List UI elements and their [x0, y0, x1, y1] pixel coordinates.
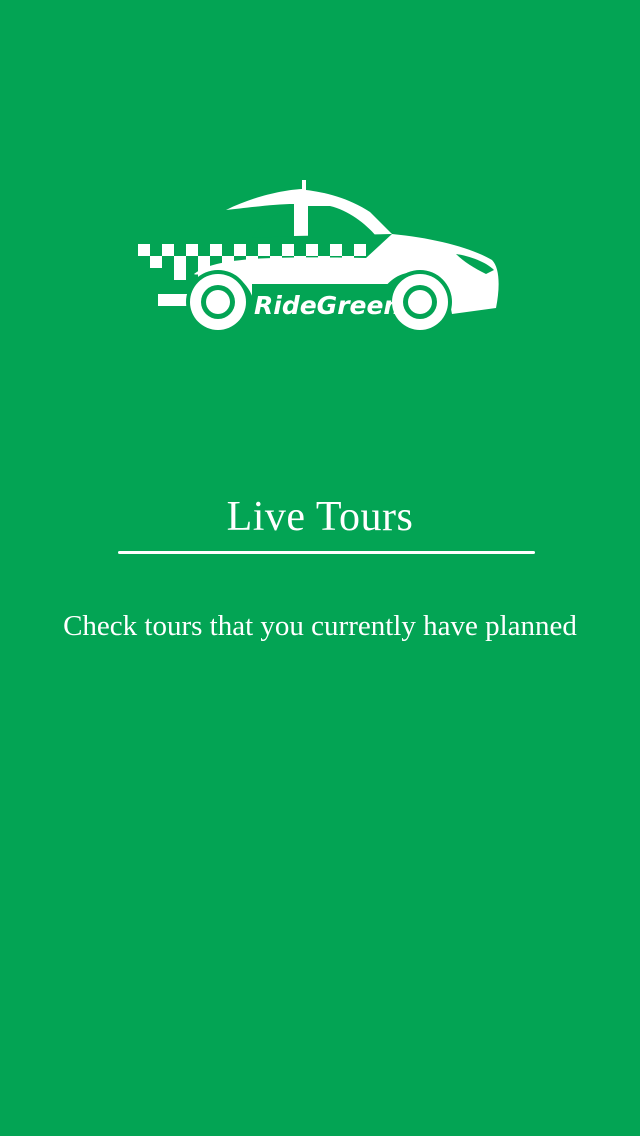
splash-screen: { "app": { "brand_name": "RideGreen", "l… — [0, 0, 640, 1136]
app-logo: RideGreen — [134, 176, 506, 336]
car-window-rear — [252, 208, 294, 238]
car-front-bumper — [452, 288, 496, 306]
title-divider — [118, 551, 535, 554]
taxi-car-icon: RideGreen — [138, 180, 499, 334]
brand-name: RideGreen — [254, 291, 401, 320]
onboarding-title: Live Tours — [226, 494, 414, 540]
car-wheel-rear — [186, 270, 250, 334]
onboarding-description: Check tours that you currently have plan… — [63, 610, 577, 642]
